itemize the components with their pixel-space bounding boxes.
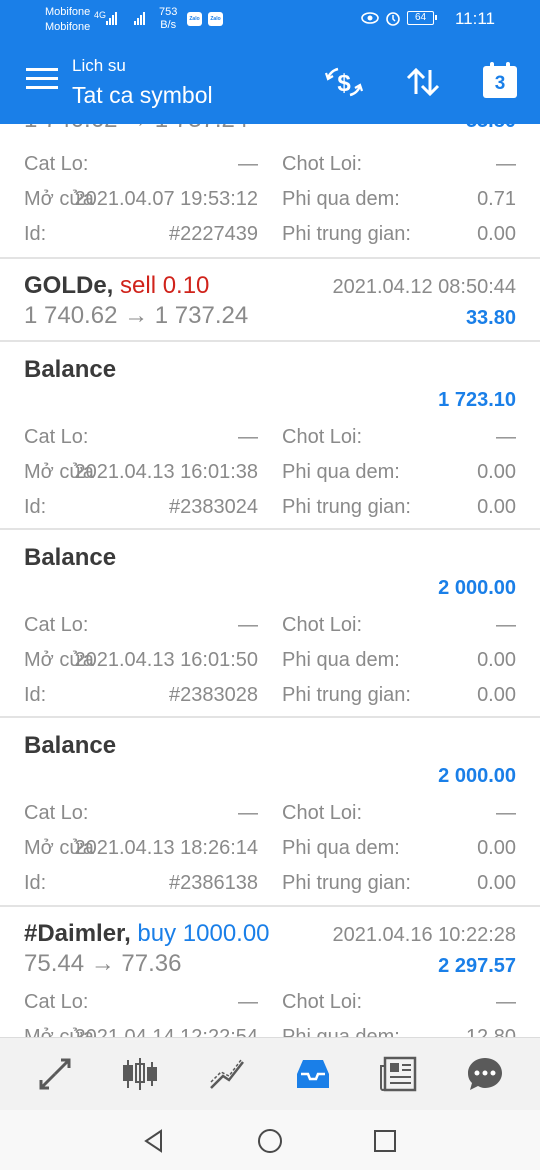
detail-row: Id: #2383028 Phi trung gian: 0.00 xyxy=(24,684,516,706)
network-type: 4G xyxy=(94,10,107,20)
detail-row: Cat Lo: — Chot Loi: — xyxy=(24,426,516,448)
balance-item[interactable]: Balance 1 723.10 Cat Lo: — Chot Loi: — Mở … xyxy=(0,342,540,528)
eye-icon xyxy=(361,12,379,24)
currency-exchange-button[interactable]: $ xyxy=(322,62,366,102)
detail-row: Mở cửa 2021.04.13 16:01:38 Phi qua dem: 0.… xyxy=(24,461,516,483)
menu-button[interactable] xyxy=(26,68,58,96)
signal-icon xyxy=(106,12,117,25)
balance-title: Balance xyxy=(24,732,117,759)
trade-date: 2021.04.12 08:50:44 xyxy=(332,276,516,298)
trade-symbol: GOLDe, sell 0.10 xyxy=(24,272,210,299)
calendar-button[interactable]: 3 xyxy=(478,62,522,102)
balance-title: Balance xyxy=(24,544,117,571)
trade-side: sell 0.10 xyxy=(120,272,210,299)
carrier-info: Mobifone Mobifone xyxy=(45,5,90,35)
trade-item-daimler[interactable]: #Daimler, buy 1000.00 2021.04.16 10:22:2… xyxy=(0,907,540,1037)
history-inbox-icon[interactable] xyxy=(291,1054,335,1094)
chart-candles-icon[interactable] xyxy=(118,1054,162,1094)
system-nav xyxy=(0,1110,540,1170)
home-icon[interactable] xyxy=(255,1126,285,1156)
trade-icon[interactable] xyxy=(33,1054,77,1094)
trade-price: 75.44 → 77.36 xyxy=(24,950,182,977)
trade-symbol: #Daimler, buy 1000.00 xyxy=(24,920,270,947)
detail-row: Id: #2383024 Phi trung gian: 0.00 xyxy=(24,496,516,518)
trade-date: 2021.04.16 10:22:28 xyxy=(332,924,516,946)
history-list[interactable]: 1 740.62 → 1 737.24 33.80 Cat Lo:— Chot … xyxy=(0,124,540,1037)
calendar-icon: 3 xyxy=(483,62,517,98)
balance-item[interactable]: Balance 2 000.00 Cat Lo: — Chot Loi: — Mở … xyxy=(0,530,540,716)
detail-row: Cat Lo: — Chot Loi: — xyxy=(24,991,516,1013)
detail-row: Cat Lo: — Chot Loi: — xyxy=(24,153,516,175)
balance-title: Balance xyxy=(24,356,117,383)
detail-row: Cat Lo: — Chot Loi: — xyxy=(24,802,516,824)
net-speed: 753 B/s xyxy=(159,6,178,31)
detail-row: Mở cửa 2021.04.13 16:01:50 Phi qua dem: 0.… xyxy=(24,649,516,671)
zalo-icon-2: Zalo xyxy=(208,12,223,26)
trade-item-golde[interactable]: GOLDe, sell 0.10 2021.04.12 08:50:44 1 7… xyxy=(0,259,540,341)
page-title: Lich su xyxy=(72,56,126,75)
battery-icon: 64 xyxy=(407,11,437,25)
alarm-icon xyxy=(386,12,400,26)
app-bar: Lich su Tat ca symbol $ 3 xyxy=(0,40,540,124)
news-icon[interactable] xyxy=(377,1054,421,1094)
status-bar: Mobifone Mobifone 4G 753 B/s Zalo Zalo 6… xyxy=(0,0,540,40)
zalo-icon: Zalo xyxy=(187,12,202,26)
back-icon[interactable] xyxy=(139,1126,169,1156)
signal-icon-2 xyxy=(134,12,145,25)
carrier-2: Mobifone xyxy=(45,21,91,33)
balance-item[interactable]: Balance 2 000.00 Cat Lo: — Chot Loi: — Mở … xyxy=(0,718,540,904)
recents-icon[interactable] xyxy=(370,1126,400,1156)
detail-row: Mở cửa 2021.04.13 18:26:14 Phi qua dem: 0.… xyxy=(24,837,516,859)
carrier-1: Mobifone xyxy=(45,6,91,18)
symbol-filter[interactable]: Tat ca symbol xyxy=(72,82,213,109)
trade-side: buy 1000.00 xyxy=(137,920,270,947)
balance-amount: 2 000.00 xyxy=(438,765,516,787)
currency-exchange-icon: $ xyxy=(324,67,364,97)
status-icons: 64 xyxy=(361,10,437,26)
trade-profit: 33.80 xyxy=(466,124,516,133)
trade-price: 1 740.62 → 1 737.24 xyxy=(24,124,248,134)
detail-row: Cat Lo: — Chot Loi: — xyxy=(24,614,516,636)
trade-profit: 33.80 xyxy=(465,307,516,329)
detail-row: Mở cửa 2021.04.14 12:22:54 Phi qua dem: 12… xyxy=(24,1026,516,1037)
clock: 11:11 xyxy=(454,9,495,28)
svg-text:$: $ xyxy=(337,70,351,97)
trade-profit: 2 297.57 xyxy=(438,955,516,977)
bottom-nav xyxy=(0,1037,540,1110)
trade-price: 1 740.62 → 1 737.24 xyxy=(24,302,249,329)
sort-button[interactable] xyxy=(401,62,445,102)
detail-row: Id: #2227439 Phi trung gian: 0.00 xyxy=(24,223,516,245)
detail-row: Id: #2386138 Phi trung gian: 0.00 xyxy=(24,872,516,894)
balance-amount: 1 723.10 xyxy=(438,389,516,411)
trend-icon[interactable] xyxy=(205,1054,249,1094)
sort-icon xyxy=(406,67,440,97)
balance-amount: 2 000.00 xyxy=(438,577,516,599)
chat-icon[interactable] xyxy=(463,1054,507,1094)
detail-row: Mở cửa 2021.04.07 19:53:12 Phi qua dem: 0.… xyxy=(24,188,516,210)
